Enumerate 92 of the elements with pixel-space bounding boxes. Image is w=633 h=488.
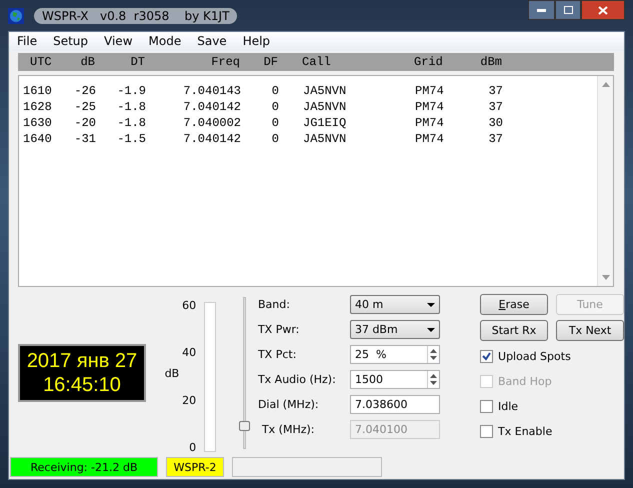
scale-label: 40 [182,348,196,358]
field-label: Tx (MHz): [260,423,316,436]
table-cell-text: -1.5 [116,132,146,148]
checkbox-label: Idle [498,400,518,412]
caret-icon [426,302,435,306]
table-cell-text: PM74 [415,132,445,148]
table-cell-text: -1.8 [116,100,146,116]
column-header: DT [130,55,145,69]
slider-thumb[interactable] [238,420,250,430]
field-label: Tx Audio (Hz): [258,373,337,386]
table-cell-text: JA5NVN [302,84,348,100]
menu-item[interactable]: File [9,32,46,51]
table-cell-text: PM74 [415,100,445,116]
dropdown[interactable]: 37 dBm [350,320,440,339]
field-label: TX Pwr: [258,323,300,336]
table-cell-text: 0 [270,84,279,100]
table-cell-text: JG1EIQ [302,116,348,132]
checkbox-label: Band Hop [498,374,552,388]
minimize-button[interactable] [528,0,555,20]
table-cell-text: PM74 [415,84,445,100]
scroll-up-icon[interactable] [602,82,610,87]
column-header: Grid [414,55,444,69]
meter-unit: dB [164,366,180,380]
minimize-icon [537,8,546,12]
table-cell-text: 30 [488,116,503,132]
table-cell-text: 0 [270,132,279,148]
table-cell-text: 1610 [23,84,53,100]
table-cell-text: -31 [73,132,96,148]
globe-icon [8,8,24,24]
clock-date: 2017 янв 27 [26,349,138,373]
table-cell-text: PM74 [415,116,445,132]
checkbox[interactable] [480,400,494,412]
menu-item[interactable]: Help [234,32,278,51]
table-cell-text: 1640 [23,132,53,148]
table-cell-text: 1628 [23,100,53,116]
dropdown[interactable]: 40 m [350,295,440,314]
table-cell-text: 7.040002 [182,116,241,132]
column-header: UTC [29,55,53,69]
checkbox-label: Upload Spots [498,350,571,362]
table-cell-text: 7.040142 [182,100,241,116]
column-header: dBm [479,55,502,69]
maximize-icon [564,6,572,14]
table-cell-text: 37 [488,100,503,116]
menu-item[interactable]: Save [189,32,235,51]
spin-arrows-icon[interactable] [430,374,437,385]
table-cell-text: 0 [270,100,279,116]
column-header: Freq [210,55,240,69]
status-pane: Receiving: -21.2 dB [10,457,158,477]
table-cell-text: 7.040143 [182,84,241,100]
scrollbar[interactable] [597,76,613,286]
clock-time: 16:45:10 [43,373,121,397]
caret-icon [426,328,435,332]
field-label: Band: [258,298,291,311]
column-header: DF [262,55,278,69]
push-button[interactable]: Erase [480,294,548,315]
field-label: Dial (MHz): [258,398,320,411]
scroll-down-icon[interactable] [602,275,610,280]
scale-label: 0 [189,442,196,453]
spin-arrows-icon[interactable] [430,349,437,360]
table-cell-text: 37 [488,132,503,148]
close-icon [598,6,608,14]
table-cell-text: JA5NVN [302,132,348,148]
checkbox-label: Tx Enable [498,424,552,438]
menu-item[interactable]: View [96,32,141,51]
field-label: TX Pct: [258,348,298,361]
table-cell-text: -20 [73,116,96,132]
menu-item[interactable]: Setup [45,32,96,51]
table-cell-text: JA5NVN [302,100,348,116]
maximize-button[interactable] [555,0,581,20]
menu-item[interactable]: Mode [140,32,190,51]
scale-label: 20 [182,396,196,406]
column-header: Call [301,55,332,69]
table-cell-text: -1.8 [116,116,146,132]
table-cell-text: -1.9 [116,84,146,100]
checkbox[interactable] [480,350,494,362]
spin-field[interactable]: 25 % [350,345,440,364]
table-cell-text: -26 [73,84,96,100]
column-header: dB [80,55,95,69]
scale-label: 60 [182,301,196,311]
table-cell-text: 0 [270,116,279,132]
push-button[interactable]: Tx Next [556,320,624,341]
table-cell-text: 7.040142 [182,132,241,148]
push-button[interactable]: Start Rx [480,320,548,341]
checkbox[interactable] [480,424,494,438]
status-pane: WSPR-2 [166,457,224,477]
close-button[interactable] [581,0,625,20]
window-title: WSPR-X v0.8 r3058 by K1JT [34,8,238,24]
input-field[interactable]: 7.038600 [350,395,440,414]
spin-field[interactable]: 1500 [350,370,440,389]
table-cell-text: 1630 [23,116,53,132]
table-cell-text: -25 [73,100,96,116]
table-cell-text: 37 [488,84,503,100]
